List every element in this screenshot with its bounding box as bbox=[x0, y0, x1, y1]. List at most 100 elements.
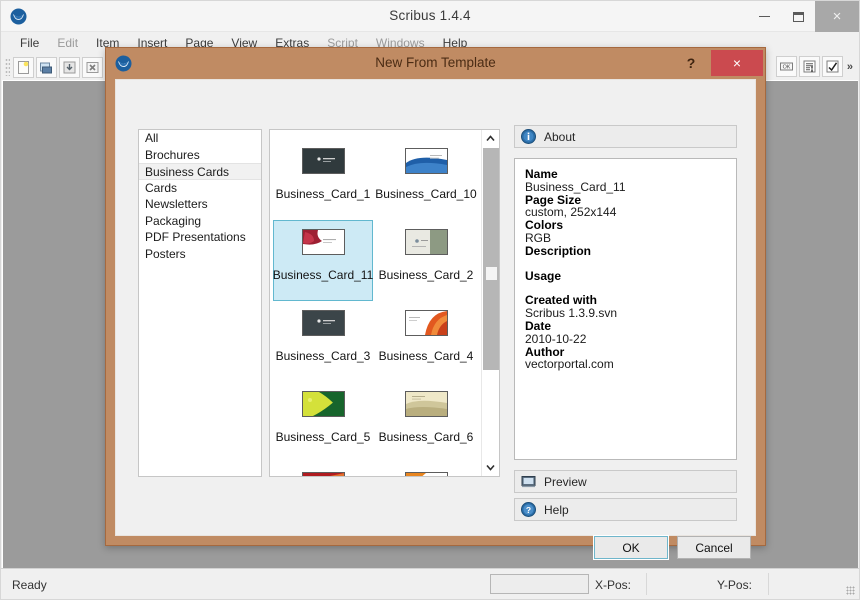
template-item-business-card-1[interactable]: Business_Card_1 bbox=[273, 139, 373, 220]
template-grid: Business_Card_1 Business_Card_10 Busines… bbox=[270, 130, 481, 476]
red-ribbon-card-thumbnail bbox=[301, 472, 345, 476]
green-yellow-card-thumbnail bbox=[301, 391, 345, 417]
template-item-business-card-4[interactable]: Business_Card_4 bbox=[376, 301, 476, 382]
about-spacer bbox=[525, 258, 726, 270]
about-value-colors: RGB bbox=[525, 230, 552, 245]
help-label: Help bbox=[544, 502, 569, 517]
y-pos-label: Y-Pos: bbox=[717, 578, 752, 592]
svg-text:?: ? bbox=[526, 505, 531, 515]
maximize-icon bbox=[792, 11, 804, 22]
info-icon bbox=[521, 129, 536, 144]
checkmark-icon[interactable] bbox=[821, 56, 843, 77]
red-splash-card-thumbnail bbox=[301, 229, 345, 255]
preview-label: Preview bbox=[544, 474, 587, 489]
dark-slate-card-thumbnail bbox=[301, 148, 345, 174]
category-item-newsletters[interactable]: Newsletters bbox=[139, 196, 261, 213]
minimize-icon bbox=[758, 15, 770, 18]
about-value-name: Business_Card_11 bbox=[525, 179, 626, 194]
window-close-button[interactable]: × bbox=[815, 1, 859, 32]
about-value-created-with: Scribus 1.3.9.svn bbox=[525, 306, 618, 321]
save-document-icon[interactable] bbox=[59, 56, 80, 78]
open-document-icon[interactable] bbox=[36, 56, 57, 78]
preview-monitor-icon bbox=[521, 474, 536, 489]
template-label: Business_Card_2 bbox=[378, 268, 474, 282]
orange-swirl-card-thumbnail bbox=[404, 310, 448, 336]
category-list[interactable]: All Brochures Business Cards Cards Newsl… bbox=[138, 129, 262, 477]
template-row: Business_Card_3 Business_Card_4 bbox=[270, 301, 481, 382]
template-row: Business_Card_7 Business_ bbox=[270, 463, 481, 476]
about-key-name: Name bbox=[525, 167, 558, 181]
template-item-business-card-10[interactable]: Business_Card_10 bbox=[375, 139, 477, 220]
category-item-pdf-presentations[interactable]: PDF Presentations bbox=[139, 229, 261, 246]
about-value-author: vectorportal.com bbox=[525, 357, 614, 372]
status-message: Ready bbox=[12, 578, 47, 592]
status-divider bbox=[768, 573, 769, 595]
scrollbar-thumb[interactable] bbox=[483, 148, 499, 370]
template-grid-scrollbar[interactable] bbox=[481, 130, 499, 476]
page-title: Scribus 1.4.4 bbox=[389, 8, 471, 23]
status-input-field[interactable] bbox=[490, 574, 589, 594]
dialog-title-bar: New From Template ? × bbox=[106, 48, 765, 79]
template-label: Business_Card_5 bbox=[275, 430, 371, 444]
menu-item-edit[interactable]: Edit bbox=[48, 34, 87, 53]
cancel-button[interactable]: Cancel bbox=[677, 536, 751, 559]
category-item-all[interactable]: All bbox=[139, 130, 261, 147]
template-label: Business_Card_1 bbox=[275, 187, 371, 201]
grey-green-card-thumbnail bbox=[404, 229, 448, 255]
window-resize-grip[interactable] bbox=[846, 586, 855, 595]
template-item-business-card-3[interactable]: Business_Card_3 bbox=[273, 301, 373, 382]
about-info-panel: Name Business_Card_11 Page Size custom, … bbox=[514, 158, 737, 460]
dialog-body: All Brochures Business Cards Cards Newsl… bbox=[115, 79, 756, 560]
category-item-packaging[interactable]: Packaging bbox=[139, 213, 261, 230]
window-maximize-button[interactable] bbox=[781, 1, 815, 32]
template-item-business-card-6[interactable]: Business_Card_6 bbox=[376, 382, 476, 463]
template-item-business-card-8[interactable]: Business_Card_8 bbox=[376, 463, 476, 476]
menu-item-file[interactable]: File bbox=[11, 34, 48, 53]
close-document-icon[interactable] bbox=[82, 56, 103, 78]
toolbar-drag-handle[interactable] bbox=[5, 58, 10, 76]
template-label: Business_Card_11 bbox=[272, 268, 374, 282]
about-key-usage: Usage bbox=[525, 268, 562, 283]
template-item-business-card-7[interactable]: Business_Card_7 bbox=[273, 463, 373, 476]
beige-dune-card-thumbnail bbox=[404, 391, 448, 417]
template-item-business-card-5[interactable]: Business_Card_5 bbox=[273, 382, 373, 463]
template-row: Business_Card_11 Business_Card_2 bbox=[270, 220, 481, 301]
text-properties-icon[interactable] bbox=[798, 56, 820, 77]
dialog-title: New From Template bbox=[375, 55, 496, 70]
ok-field-icon[interactable]: OK bbox=[775, 56, 797, 77]
template-row: Business_Card_1 Business_Card_10 bbox=[270, 139, 481, 220]
template-row: Business_Card_5 Business_Card_6 bbox=[270, 382, 481, 463]
template-label: Business_Card_10 bbox=[375, 187, 477, 201]
scroll-down-icon[interactable] bbox=[482, 459, 499, 476]
about-label: About bbox=[544, 129, 576, 144]
orange-corner-card-thumbnail bbox=[404, 472, 448, 476]
toolbar-overflow-button[interactable]: » bbox=[843, 61, 857, 73]
status-bar: Ready X-Pos: Y-Pos: bbox=[1, 568, 859, 599]
category-item-posters[interactable]: Posters bbox=[139, 246, 261, 263]
category-item-brochures[interactable]: Brochures bbox=[139, 147, 261, 164]
preview-button[interactable]: Preview bbox=[514, 470, 737, 493]
dialog-help-button[interactable]: ? bbox=[682, 53, 700, 73]
window-minimize-button[interactable] bbox=[747, 1, 781, 32]
template-item-business-card-11[interactable]: Business_Card_11 bbox=[273, 220, 373, 301]
new-from-template-dialog: New From Template ? × All Brochures Busi… bbox=[105, 47, 766, 560]
about-value-date: 2010-10-22 bbox=[525, 331, 587, 346]
dark-slate-card-thumbnail bbox=[301, 310, 345, 336]
category-item-cards[interactable]: Cards bbox=[139, 180, 261, 197]
ok-button[interactable]: OK bbox=[593, 535, 669, 560]
toolbar-overflow-group: OK » bbox=[774, 56, 857, 77]
template-label: Business_Card_6 bbox=[378, 430, 474, 444]
new-document-icon[interactable] bbox=[13, 56, 34, 78]
scroll-up-icon[interactable] bbox=[482, 130, 499, 147]
about-key-colors: Colors bbox=[525, 218, 564, 233]
dialog-close-button[interactable]: × bbox=[711, 50, 763, 76]
about-section-header: About bbox=[514, 125, 737, 148]
help-button[interactable]: ? Help bbox=[514, 498, 737, 521]
x-pos-label: X-Pos: bbox=[595, 578, 632, 592]
template-grid-panel[interactable]: Business_Card_1 Business_Card_10 Busines… bbox=[269, 129, 500, 477]
help-question-icon: ? bbox=[521, 502, 536, 517]
about-key-date: Date bbox=[525, 318, 552, 333]
template-item-business-card-2[interactable]: Business_Card_2 bbox=[376, 220, 476, 301]
template-label: Business_Card_3 bbox=[275, 349, 371, 363]
category-item-business-cards[interactable]: Business Cards bbox=[139, 163, 261, 180]
